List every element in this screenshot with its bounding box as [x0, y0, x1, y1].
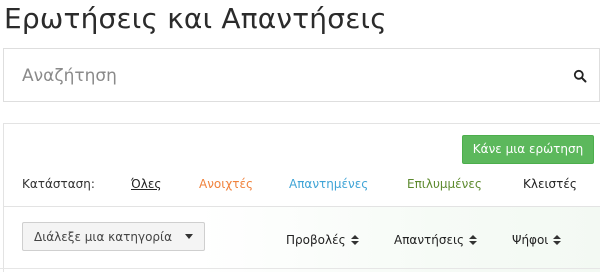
search-box: [3, 48, 600, 102]
filter-all[interactable]: Όλες: [131, 177, 161, 191]
category-dropdown-label: Διάλεξε μια κατηγορία: [34, 230, 173, 244]
list-divider: [0, 268, 600, 269]
ask-question-button[interactable]: Κάνε μια ερώτηση: [462, 135, 594, 164]
sort-answers[interactable]: Απαντήσεις: [394, 233, 478, 247]
sort-icon: [350, 235, 359, 245]
filter-open[interactable]: Ανοιχτές: [199, 177, 253, 191]
filter-answered[interactable]: Απαντημένες: [289, 177, 368, 191]
sort-views[interactable]: Προβολές: [286, 233, 359, 247]
sort-votes-label: Ψήφοι: [512, 233, 549, 247]
sort-icon: [553, 235, 562, 245]
sort-votes[interactable]: Ψήφοι: [512, 233, 562, 247]
category-dropdown[interactable]: Διάλεξε μια κατηγορία: [22, 222, 205, 251]
caret-down-icon: [185, 234, 193, 239]
search-icon[interactable]: [573, 69, 587, 83]
sort-views-label: Προβολές: [286, 233, 346, 247]
page-title: Ερωτήσεις και Απαντήσεις: [4, 2, 387, 35]
filter-closed[interactable]: Κλειστές: [523, 177, 577, 191]
sort-answers-label: Απαντήσεις: [394, 233, 465, 247]
status-filter-label: Κατάσταση:: [22, 177, 95, 191]
filter-solved[interactable]: Επιλυμμένες: [407, 177, 482, 191]
search-input[interactable]: [22, 63, 562, 89]
sort-icon: [469, 235, 478, 245]
